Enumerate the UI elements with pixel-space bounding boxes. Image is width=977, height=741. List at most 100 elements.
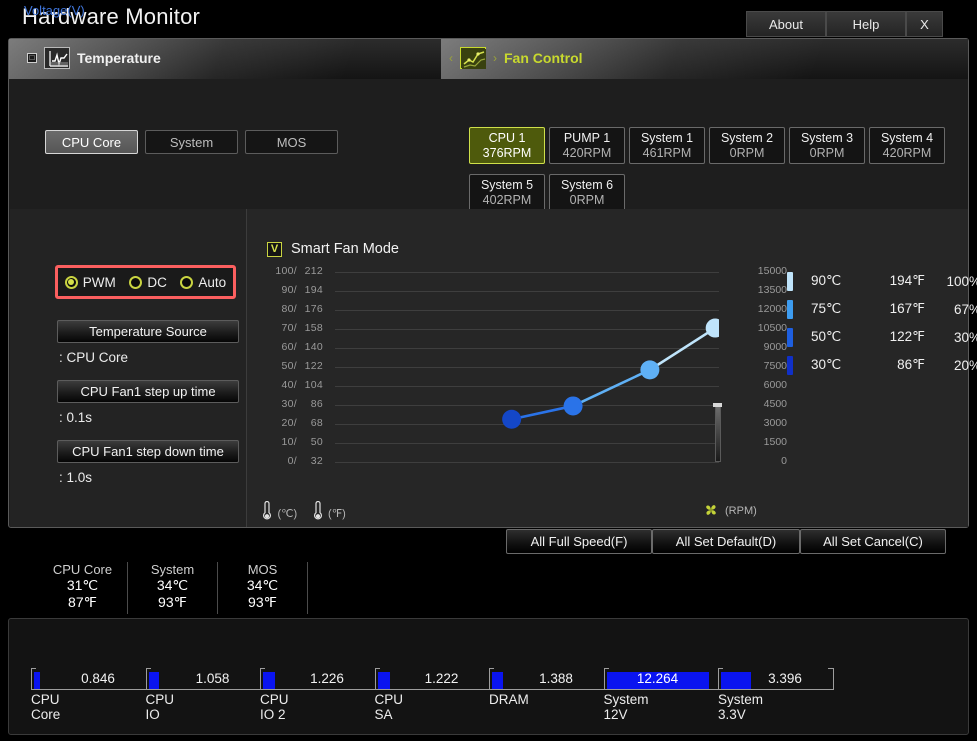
chart-y-tick: 80/176 [253, 303, 323, 315]
fan-chip-system-3[interactable]: System 3 0RPM [789, 127, 865, 164]
temp-summary-name: CPU Core [38, 562, 127, 577]
voltage-bar [492, 672, 503, 689]
about-button[interactable]: About [746, 11, 826, 37]
rpm-gauge-bar [715, 405, 721, 462]
fan-curve-point[interactable] [502, 410, 521, 429]
tab-fan-control[interactable]: ‹ › Fan Control [449, 47, 583, 69]
voltage-tick [375, 668, 376, 690]
fan-chip-system-2[interactable]: System 2 0RPM [709, 127, 785, 164]
legend-row: 75℃167℉67% [787, 295, 977, 323]
fan-curve-point[interactable] [564, 396, 583, 415]
panel-header: □ Temperature ‹ [9, 39, 968, 79]
voltage-value: 1.222 [405, 671, 479, 686]
voltage-label: CPU IO [146, 692, 175, 722]
expand-box-icon[interactable]: □ [27, 53, 37, 63]
fan-chip-system-6[interactable]: System 6 0RPM [549, 174, 625, 211]
radio-auto-label: Auto [198, 275, 226, 290]
fan-chip-rpm: 420RPM [883, 146, 932, 160]
chart-y-tick: 30/86 [253, 398, 323, 410]
voltage-label: System 3.3V [718, 692, 763, 722]
voltage-value: 1.058 [176, 671, 250, 686]
radio-dc-label: DC [147, 275, 167, 290]
fan-chip-rpm: 0RPM [810, 146, 845, 160]
temperature-source-button[interactable]: Temperature Source [57, 320, 239, 343]
fan-chip-rpm: 420RPM [563, 146, 612, 160]
fan-control-panel: □ Temperature ‹ [8, 38, 969, 528]
chart-rpm-tick: 10500 [737, 322, 787, 334]
chevron-left-icon[interactable]: ‹ [449, 51, 453, 65]
chart-y-tick: 40/104 [253, 379, 323, 391]
fan-chip-rpm: 0RPM [570, 193, 605, 207]
legend-fahrenheit: 194℉ [865, 273, 925, 289]
radio-pwm[interactable]: PWM [65, 275, 116, 290]
legend-celsius: 90℃ [811, 273, 865, 289]
temp-summary-fahrenheit: 87℉ [38, 594, 127, 611]
fan-chip-name: System 2 [721, 131, 773, 145]
step-down-time-button[interactable]: CPU Fan1 step down time [57, 440, 239, 463]
smart-fan-mode-row: V Smart Fan Mode [267, 241, 399, 257]
fan-chip-rpm: 461RPM [643, 146, 692, 160]
legend-row: 90℃194℉100% [787, 267, 977, 295]
chart-rpm-tick: 13500 [737, 284, 787, 296]
fan-curve-point[interactable] [706, 319, 719, 338]
voltage-tick [260, 668, 261, 690]
legend-celsius: 75℃ [811, 301, 865, 317]
voltage-tick [604, 668, 605, 690]
chart-y-tick: 60/140 [253, 341, 323, 353]
all-set-default-button[interactable]: All Set Default(D) [652, 529, 800, 554]
tab-temperature-label: Temperature [77, 50, 161, 66]
source-tab-system[interactable]: System [145, 130, 238, 154]
voltage-label: DRAM [489, 692, 529, 707]
voltage-value: 12.264 [607, 671, 709, 686]
fan-chip-system-5[interactable]: System 5 402RPM [469, 174, 545, 211]
step-up-time-button[interactable]: CPU Fan1 step up time [57, 380, 239, 403]
smart-fan-mode-checkbox[interactable]: V [267, 242, 282, 257]
temperature-graph-icon [44, 47, 70, 69]
legend-fahrenheit: 167℉ [865, 301, 925, 317]
close-button[interactable]: X [906, 11, 943, 37]
voltage-tick-cap [604, 668, 609, 669]
legend-swatch [787, 328, 793, 347]
rpm-gauge-cap [713, 403, 722, 407]
fan-curve-point[interactable] [640, 360, 659, 379]
fan-chip-pump-1[interactable]: PUMP 1 420RPM [549, 127, 625, 164]
thermometer-celsius-icon [259, 501, 273, 526]
temp-summary-name: System [128, 562, 217, 577]
legend-fahrenheit: 122℉ [865, 329, 925, 345]
tab-temperature[interactable]: □ Temperature [27, 47, 161, 69]
fan-chip-cpu-1[interactable]: CPU 1 376RPM [469, 127, 545, 164]
voltage-bar [34, 672, 40, 689]
radio-auto-dot[interactable] [180, 276, 193, 289]
chart-unit-legend: (℃) (℉) (RPM) [259, 501, 959, 523]
fan-chip-name: System 3 [801, 131, 853, 145]
voltage-tick [718, 668, 719, 690]
radio-dc[interactable]: DC [129, 275, 167, 290]
voltage-tick-cap [375, 668, 380, 669]
chart-rpm-tick: 7500 [737, 360, 787, 372]
voltage-tick [489, 668, 490, 690]
chart-y-tick: 100/212 [253, 265, 323, 277]
fan-chip-system-1[interactable]: System 1 461RPM [629, 127, 705, 164]
source-tab-mos[interactable]: MOS [245, 130, 338, 154]
all-set-cancel-button[interactable]: All Set Cancel(C) [800, 529, 946, 554]
source-tab-cpu-core[interactable]: CPU Core [45, 130, 138, 154]
radio-pwm-dot[interactable] [65, 276, 78, 289]
fan-chip-name: System 6 [561, 178, 613, 192]
radio-pwm-label: PWM [83, 275, 116, 290]
radio-auto[interactable]: Auto [180, 275, 226, 290]
voltage-tick-cap [146, 668, 151, 669]
radio-dc-dot[interactable] [129, 276, 142, 289]
help-button[interactable]: Help [826, 11, 906, 37]
legend-row: 50℃122℉30% [787, 323, 977, 351]
fan-chip-system-4[interactable]: System 4 420RPM [869, 127, 945, 164]
fan-chip-name: CPU 1 [489, 131, 526, 145]
temp-summary-fahrenheit: 93℉ [218, 594, 307, 611]
settings-sidebar: PWM DC Auto Temperature Source : CPU Cor… [10, 209, 247, 527]
all-full-speed-button[interactable]: All Full Speed(F) [506, 529, 652, 554]
voltage-tick-cap [489, 668, 494, 669]
chevron-right-icon[interactable]: › [493, 51, 497, 65]
legend-duty-percent: 20% [925, 358, 977, 373]
fan-chip-rpm: 0RPM [730, 146, 765, 160]
voltage-value: 3.396 [748, 671, 822, 686]
temp-summary-celsius: 34℃ [128, 577, 217, 594]
